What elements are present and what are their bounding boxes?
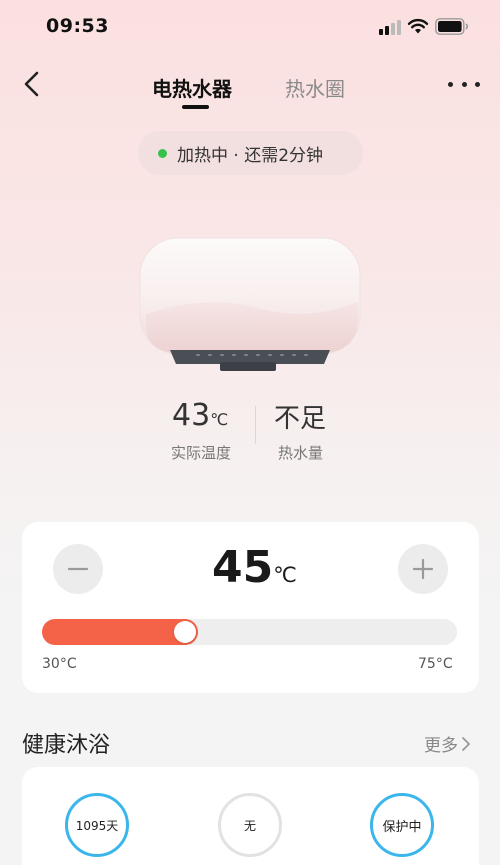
actual-temperature-value: 43℃ <box>172 398 229 433</box>
health-bath-more-link[interactable]: 更多 <box>424 731 471 756</box>
chevron-left-icon <box>24 71 39 97</box>
cellular-signal-icon <box>379 20 401 35</box>
chevron-right-icon <box>462 736 470 751</box>
temperature-control-card: 45℃ 30°C 75°C <box>22 522 479 693</box>
active-tab-indicator <box>182 105 209 109</box>
top-navigation: 电热水器 热水圈 <box>0 56 500 116</box>
decrease-temperature-button[interactable] <box>53 544 103 594</box>
target-temperature: 45℃ <box>212 542 297 593</box>
more-dots-icon <box>448 81 453 87</box>
water-heater-illustration <box>139 237 361 371</box>
readings-panel: 43℃ 实际温度 不足 热水量 <box>0 398 500 468</box>
temperature-slider-thumb[interactable] <box>173 621 196 643</box>
health-item-status-none[interactable]: 无 <box>218 793 282 857</box>
heating-status-pill: 加热中 · 还需2分钟 <box>138 131 363 175</box>
status-time: 09:53 <box>46 15 109 37</box>
temperature-slider[interactable] <box>42 619 457 645</box>
target-temperature-unit: ℃ <box>273 563 297 587</box>
health-bath-title: 健康沐浴 <box>22 733 111 758</box>
temperature-range-min: 30°C <box>42 656 77 672</box>
more-options-button[interactable] <box>448 76 480 92</box>
minus-icon <box>67 567 89 571</box>
increase-temperature-button[interactable] <box>398 544 448 594</box>
health-item-protecting[interactable]: 保护中 <box>370 793 434 857</box>
battery-icon <box>435 18 469 35</box>
wifi-icon <box>407 18 429 34</box>
back-button[interactable] <box>18 68 48 100</box>
temperature-range-max: 75°C <box>418 656 453 672</box>
tab-water-heater[interactable]: 电热水器 <box>152 73 232 102</box>
hot-water-amount-label: 热水量 <box>278 444 324 462</box>
more-link-label: 更多 <box>424 736 458 756</box>
heating-status-text: 加热中 · 还需2分钟 <box>177 145 324 166</box>
tab-hot-water-circle[interactable]: 热水圈 <box>285 73 345 102</box>
actual-temperature-unit: ℃ <box>210 410 229 429</box>
status-indicator-dot <box>158 148 167 158</box>
readings-divider <box>255 406 256 444</box>
health-item-days[interactable]: 1095天 <box>65 793 129 857</box>
health-bath-card: 1095天 无 保护中 <box>22 767 479 865</box>
actual-temperature-label: 实际温度 <box>171 444 232 462</box>
hot-water-amount-value: 不足 <box>274 404 327 434</box>
plus-icon <box>412 558 434 580</box>
status-bar: 09:53 <box>0 0 500 56</box>
